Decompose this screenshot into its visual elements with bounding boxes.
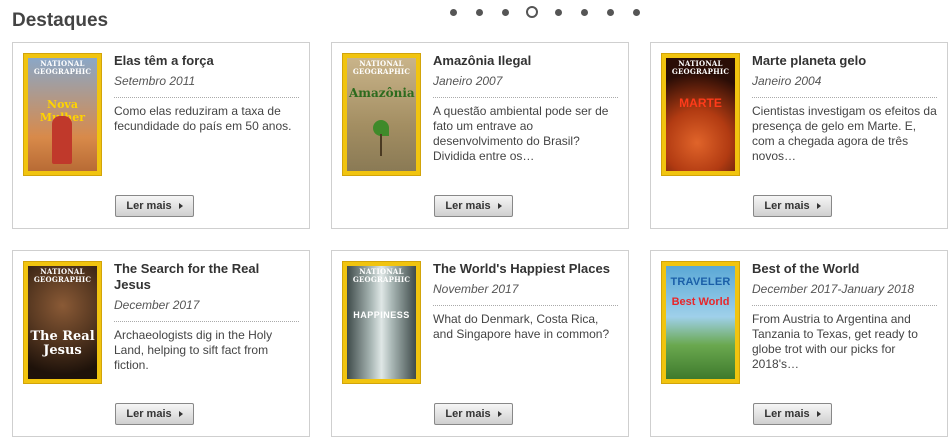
- read-more-label: Ler mais: [126, 408, 172, 420]
- cover-headline: HAPPINESS: [353, 310, 410, 320]
- magazine-card: NATIONAL GEOGRAPHIC Amazônia Amazônia Il…: [331, 42, 629, 229]
- carousel-dot[interactable]: [450, 8, 457, 16]
- arrow-right-icon: [816, 411, 821, 417]
- magazine-card: NATIONAL GEOGRAPHIC Nova Mulher Elas têm…: [12, 42, 310, 229]
- read-more-label: Ler mais: [445, 200, 491, 212]
- cover-masthead: NATIONAL GEOGRAPHIC: [671, 59, 730, 76]
- read-more-button[interactable]: Ler mais: [115, 195, 194, 217]
- read-more-button[interactable]: Ler mais: [434, 403, 513, 425]
- cover-headline: MARTE: [679, 96, 722, 110]
- read-more-button[interactable]: Ler mais: [753, 195, 832, 217]
- card-title[interactable]: Amazônia Ilegal: [433, 53, 618, 69]
- magazine-cover[interactable]: TRAVELER Best World: [661, 261, 740, 384]
- cover-masthead: TRAVELER: [670, 276, 731, 288]
- divider: [752, 305, 937, 306]
- card-description: Cientistas investigam os efeitos da pres…: [752, 104, 937, 163]
- carousel-dot-active[interactable]: [526, 6, 538, 18]
- card-title[interactable]: Elas têm a força: [114, 53, 299, 69]
- carousel-dot[interactable]: [633, 8, 640, 16]
- arrow-right-icon: [816, 203, 821, 209]
- carousel-dot[interactable]: [502, 8, 509, 16]
- cover-headline: Best World: [671, 296, 730, 308]
- read-more-button[interactable]: Ler mais: [115, 403, 194, 425]
- cover-masthead: NATIONAL GEOGRAPHIC: [352, 59, 411, 76]
- divider: [114, 321, 299, 322]
- magazine-card: NATIONAL GEOGRAPHIC HAPPINESS The World'…: [331, 250, 629, 437]
- magazine-cover[interactable]: NATIONAL GEOGRAPHIC HAPPINESS: [342, 261, 421, 384]
- divider: [114, 97, 299, 98]
- carousel-dot[interactable]: [555, 8, 562, 16]
- carousel-dot[interactable]: [581, 8, 588, 16]
- magazine-card: NATIONAL GEOGRAPHIC The Real Jesus The S…: [12, 250, 310, 437]
- read-more-button[interactable]: Ler mais: [434, 195, 513, 217]
- cover-masthead: NATIONAL GEOGRAPHIC: [352, 267, 411, 284]
- card-description: Como elas reduziram a taxa de fecundidad…: [114, 104, 292, 133]
- card-title[interactable]: Best of the World: [752, 261, 937, 277]
- section-title: Destaques: [12, 10, 109, 31]
- card-title[interactable]: Marte planeta gelo: [752, 53, 937, 69]
- card-title[interactable]: The Search for the Real Jesus: [114, 261, 299, 293]
- magazine-cover[interactable]: NATIONAL GEOGRAPHIC The Real Jesus: [23, 261, 102, 384]
- magazine-cover[interactable]: NATIONAL GEOGRAPHIC MARTE: [661, 53, 740, 176]
- read-more-label: Ler mais: [126, 200, 172, 212]
- magazine-cover[interactable]: NATIONAL GEOGRAPHIC Amazônia: [342, 53, 421, 176]
- card-description: What do Denmark, Costa Rica, and Singapo…: [433, 312, 610, 341]
- divider: [433, 305, 618, 306]
- magazine-card: TRAVELER Best World Best of the World De…: [650, 250, 948, 437]
- card-date: Setembro 2011: [114, 74, 196, 88]
- arrow-right-icon: [497, 411, 502, 417]
- cover-headline: Amazônia: [349, 86, 415, 100]
- carousel-pagination: [450, 6, 659, 18]
- divider: [752, 97, 937, 98]
- card-date: December 2017: [114, 298, 200, 312]
- card-description: From Austria to Argentina and Tanzania t…: [752, 312, 918, 371]
- read-more-label: Ler mais: [764, 408, 810, 420]
- cover-masthead: NATIONAL GEOGRAPHIC: [33, 59, 92, 76]
- card-date: November 2017: [433, 282, 519, 296]
- arrow-right-icon: [178, 203, 183, 209]
- card-description: A questão ambiental pode ser de fato um …: [433, 104, 609, 163]
- magazine-cover[interactable]: NATIONAL GEOGRAPHIC Nova Mulher: [23, 53, 102, 176]
- card-date: Janeiro 2007: [433, 74, 503, 88]
- arrow-right-icon: [178, 411, 183, 417]
- divider: [433, 97, 618, 98]
- card-date: December 2017-January 2018: [752, 282, 915, 296]
- arrow-right-icon: [497, 203, 502, 209]
- card-title[interactable]: The World's Happiest Places: [433, 261, 618, 277]
- card-description: Archaeologists dig in the Holy Land, hel…: [114, 328, 273, 372]
- cover-headline: The Real Jesus: [30, 329, 95, 358]
- carousel-dot[interactable]: [476, 8, 483, 16]
- read-more-label: Ler mais: [445, 408, 491, 420]
- read-more-button[interactable]: Ler mais: [753, 403, 832, 425]
- cover-masthead: NATIONAL GEOGRAPHIC: [33, 267, 92, 284]
- card-date: Janeiro 2004: [752, 74, 822, 88]
- magazine-card: NATIONAL GEOGRAPHIC MARTE Marte planeta …: [650, 42, 948, 229]
- carousel-dot[interactable]: [607, 8, 614, 16]
- read-more-label: Ler mais: [764, 200, 810, 212]
